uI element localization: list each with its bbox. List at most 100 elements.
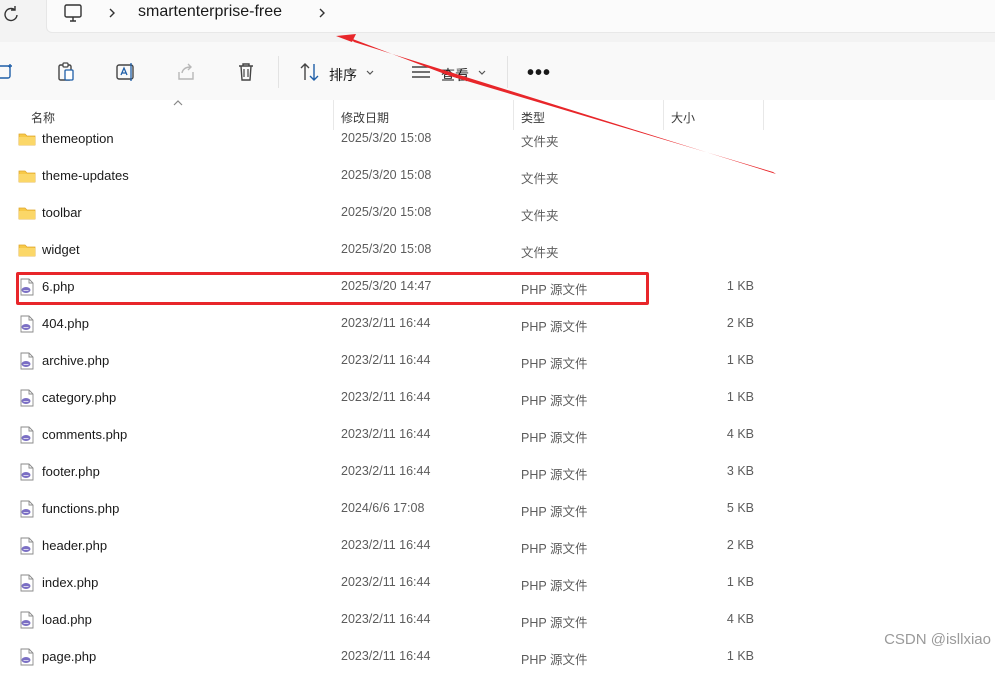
new-icon[interactable] [0, 60, 18, 84]
file-row[interactable]: functions.php 2024/6/6 17:08 PHP 源文件 5 KB [0, 490, 995, 527]
chevron-down-icon[interactable] [365, 69, 375, 77]
file-type: 文件夹 [521, 246, 559, 260]
file-name: themeoption [42, 131, 114, 146]
sort-ascending-icon [173, 100, 183, 106]
file-name: page.php [42, 649, 97, 664]
file-size: 4 KB [726, 427, 754, 441]
file-modified: 2023/2/11 16:44 [341, 316, 431, 330]
sort-button-label[interactable]: 排序 [329, 65, 357, 85]
file-modified: 2023/2/11 16:44 [341, 575, 431, 589]
php-file-icon [20, 574, 34, 592]
file-name: theme-updates [42, 168, 129, 183]
php-file-icon [20, 389, 34, 407]
file-type: PHP 源文件 [521, 320, 588, 334]
file-type: PHP 源文件 [521, 431, 588, 445]
file-modified: 2025/3/20 15:08 [341, 168, 432, 182]
file-size: 5 KB [726, 501, 754, 515]
file-name: header.php [42, 538, 108, 553]
file-type: PHP 源文件 [521, 653, 588, 667]
file-size: 1 KB [726, 353, 754, 367]
file-type: 文件夹 [521, 209, 559, 223]
file-name: index.php [42, 575, 99, 590]
file-modified: 2023/2/11 16:44 [341, 427, 431, 441]
computer-icon[interactable] [62, 2, 84, 24]
view-icon[interactable] [409, 60, 433, 84]
file-name: category.php [42, 390, 117, 405]
file-name: toolbar [42, 205, 82, 220]
file-type: PHP 源文件 [521, 394, 588, 408]
php-file-icon [20, 463, 34, 481]
php-file-icon [20, 537, 34, 555]
breadcrumb-current[interactable]: smartenterprise-free [138, 3, 282, 21]
delete-icon[interactable] [234, 60, 258, 84]
folder-icon [18, 244, 36, 257]
file-type: PHP 源文件 [521, 579, 588, 593]
file-size: 2 KB [726, 538, 754, 552]
file-size: 3 KB [726, 464, 754, 478]
file-size: 1 KB [726, 649, 754, 663]
file-type: 文件夹 [521, 135, 559, 149]
file-row[interactable]: load.php 2023/2/11 16:44 PHP 源文件 4 KB [0, 601, 995, 638]
file-size: 1 KB [726, 390, 754, 404]
sort-icon[interactable] [298, 60, 322, 84]
php-file-icon [20, 426, 34, 444]
file-size: 4 KB [726, 612, 754, 626]
view-button-label[interactable]: 查看 [441, 65, 469, 85]
php-file-icon [20, 500, 34, 518]
file-row[interactable]: widget 2025/3/20 15:08 文件夹 [0, 231, 995, 268]
file-size: 1 KB [726, 279, 754, 293]
file-name: comments.php [42, 427, 128, 442]
command-bar: 排序 查看 ••• [0, 42, 995, 101]
file-row[interactable]: archive.php 2023/2/11 16:44 PHP 源文件 1 KB [0, 342, 995, 379]
file-row[interactable]: page.php 2023/2/11 16:44 PHP 源文件 1 KB [0, 638, 995, 675]
file-type: PHP 源文件 [521, 542, 588, 556]
file-name: widget [42, 242, 80, 257]
folder-icon [18, 207, 36, 220]
file-row[interactable]: footer.php 2023/2/11 16:44 PHP 源文件 3 KB [0, 453, 995, 490]
file-name: functions.php [42, 501, 120, 516]
more-options-button[interactable]: ••• [527, 62, 551, 85]
file-type: 文件夹 [521, 172, 559, 186]
file-row[interactable]: header.php 2023/2/11 16:44 PHP 源文件 2 KB [0, 527, 995, 564]
file-row[interactable]: comments.php 2023/2/11 16:44 PHP 源文件 4 KB [0, 416, 995, 453]
file-type: PHP 源文件 [521, 616, 588, 630]
file-row[interactable]: theme-updates 2025/3/20 15:08 文件夹 [0, 157, 995, 194]
chevron-down-icon[interactable] [477, 69, 487, 77]
file-modified: 2025/3/20 15:08 [341, 242, 432, 256]
file-modified: 2025/3/20 15:08 [341, 131, 432, 145]
php-file-icon [20, 611, 34, 629]
toolbar-divider [278, 56, 279, 88]
php-file-icon [20, 315, 34, 333]
file-row[interactable]: 404.php 2023/2/11 16:44 PHP 源文件 2 KB [0, 305, 995, 342]
file-type: PHP 源文件 [521, 468, 588, 482]
share-icon[interactable] [174, 60, 198, 84]
file-name: 404.php [42, 316, 89, 331]
toolbar-divider [507, 56, 508, 88]
folder-icon [18, 133, 36, 146]
file-modified: 2023/2/11 16:44 [341, 649, 431, 663]
file-row[interactable]: toolbar 2025/3/20 15:08 文件夹 [0, 194, 995, 231]
php-file-icon [20, 648, 34, 666]
file-modified: 2023/2/11 16:44 [341, 612, 431, 626]
annotation-highlight-box [16, 272, 649, 305]
file-modified: 2024/6/6 17:08 [341, 501, 425, 515]
file-size: 1 KB [726, 575, 754, 589]
folder-icon [18, 170, 36, 183]
file-modified: 2025/3/20 15:08 [341, 205, 432, 219]
file-modified: 2023/2/11 16:44 [341, 464, 431, 478]
watermark: CSDN @isllxiao [884, 631, 991, 648]
php-file-icon [20, 352, 34, 370]
file-row[interactable]: index.php 2023/2/11 16:44 PHP 源文件 1 KB [0, 564, 995, 601]
chevron-right-icon[interactable] [106, 6, 118, 20]
refresh-icon[interactable] [0, 4, 22, 26]
file-name: load.php [42, 612, 92, 627]
chevron-right-icon[interactable] [316, 6, 328, 20]
file-row[interactable]: themeoption 2025/3/20 15:08 文件夹 [0, 120, 995, 157]
file-name: footer.php [42, 464, 100, 479]
file-row[interactable]: category.php 2023/2/11 16:44 PHP 源文件 1 KB [0, 379, 995, 416]
paste-icon[interactable] [54, 60, 78, 84]
file-type: PHP 源文件 [521, 505, 588, 519]
address-bar: smartenterprise-free [0, 0, 995, 42]
rename-icon[interactable] [114, 60, 138, 84]
file-size: 2 KB [726, 316, 754, 330]
